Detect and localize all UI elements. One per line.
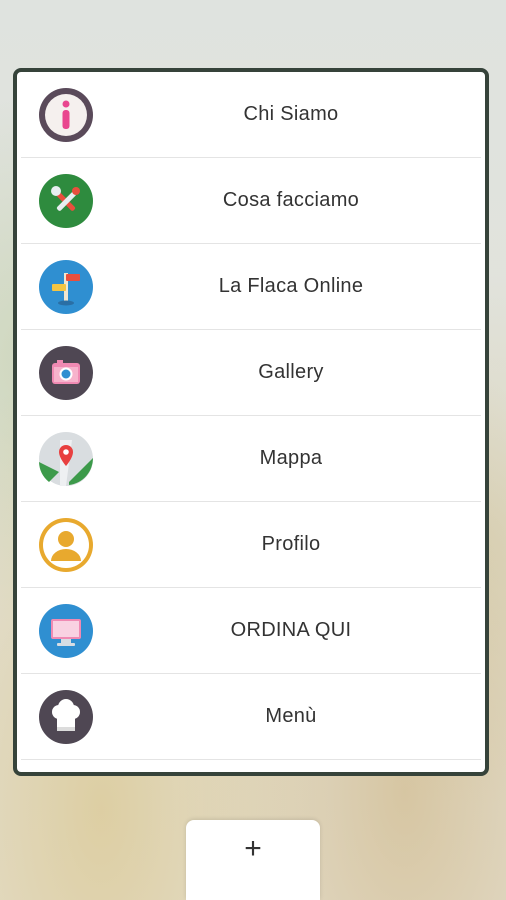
info-icon bbox=[39, 87, 93, 142]
menu-item-mappa[interactable]: Mappa bbox=[21, 416, 481, 502]
menu-item-menu[interactable]: Menù bbox=[21, 674, 481, 760]
menu-item-profilo[interactable]: Profilo bbox=[21, 502, 481, 588]
monitor-icon bbox=[39, 603, 93, 658]
camera-icon bbox=[39, 345, 93, 400]
menu-item-partial[interactable] bbox=[21, 760, 481, 772]
map-pin-icon bbox=[39, 431, 93, 486]
menu-item-chi-siamo[interactable]: Chi Siamo bbox=[21, 72, 481, 158]
signpost-icon bbox=[39, 259, 93, 314]
chef-hat-icon bbox=[39, 689, 93, 744]
menu-item-ordina-qui[interactable]: ORDINA QUI bbox=[21, 588, 481, 674]
menu-item-gallery[interactable]: Gallery bbox=[21, 330, 481, 416]
tools-icon bbox=[39, 173, 93, 228]
add-button[interactable]: + bbox=[186, 820, 320, 900]
menu-list: Chi Siamo Cosa facciamo La Flaca Online … bbox=[17, 72, 485, 772]
plus-icon: + bbox=[244, 832, 262, 865]
menu-panel: Chi Siamo Cosa facciamo La Flaca Online … bbox=[13, 68, 489, 776]
menu-item-cosa-facciamo[interactable]: Cosa facciamo bbox=[21, 158, 481, 244]
user-icon bbox=[39, 517, 93, 572]
menu-item-la-flaca-online[interactable]: La Flaca Online bbox=[21, 244, 481, 330]
